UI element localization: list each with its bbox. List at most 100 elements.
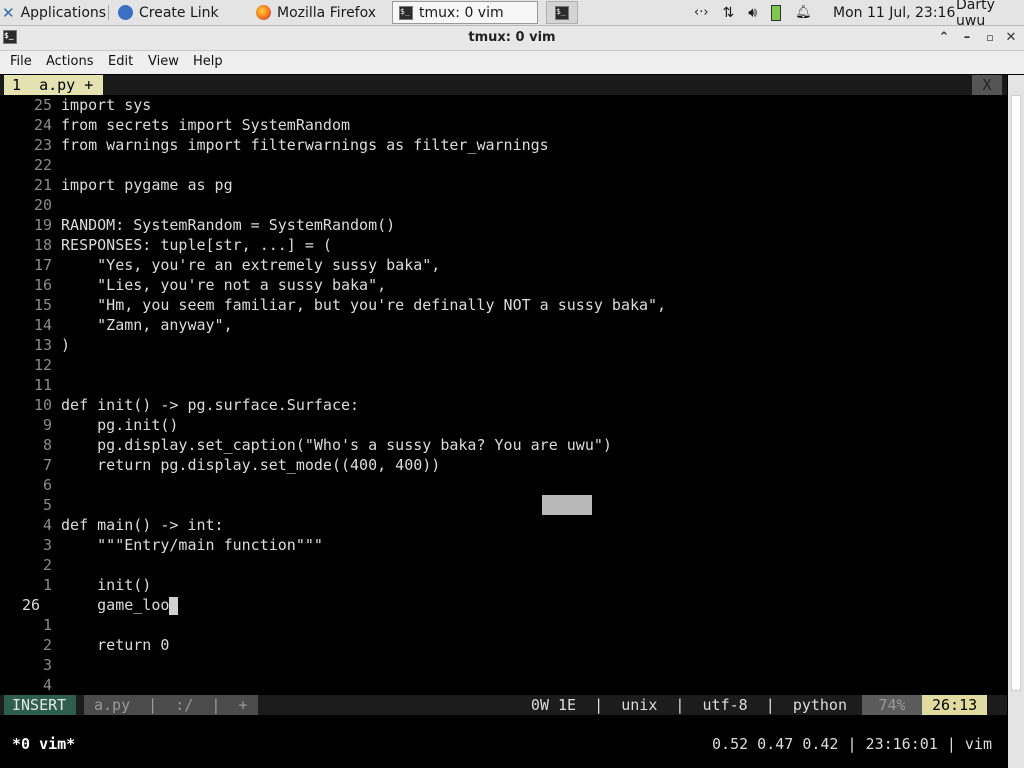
transfer-icon[interactable]: ⇅	[723, 5, 735, 21]
code-line[interactable]: 16 "Lies, you're not a sussy baka",	[0, 275, 386, 295]
code-line[interactable]: 4 def main() -> int:	[0, 515, 224, 535]
vim-statusline: INSERT a.py | :/ | + 0W 1E | unix | utf-…	[0, 695, 1007, 715]
code-line[interactable]: 6	[0, 475, 61, 495]
vim-tabline: 1 a.py + X	[0, 75, 1007, 95]
code-line[interactable]: 10 def init() -> pg.surface.Surface:	[0, 395, 359, 415]
task-label: Create Link	[139, 4, 219, 21]
line-number: 8	[42, 436, 52, 454]
line-text: import sys	[61, 96, 152, 114]
code-line[interactable]: 17 "Yes, you're an extremely sussy baka"…	[0, 255, 440, 275]
line-number: 18	[33, 236, 52, 254]
panel-separator	[108, 5, 109, 20]
minimize-button[interactable]: –	[958, 29, 976, 47]
task-tmux-vim[interactable]: $_ tmux: 0 vim	[392, 1, 538, 24]
line-number: 17	[33, 256, 52, 274]
line-number: 20	[33, 196, 52, 214]
close-button[interactable]: ✕	[1002, 29, 1020, 47]
workspace-button[interactable]: $_	[546, 1, 578, 24]
line-number: 22	[33, 156, 52, 174]
code-line[interactable]: 21 import pygame as pg	[0, 175, 233, 195]
line-number: 1	[42, 616, 52, 634]
menu-edit[interactable]: Edit	[108, 54, 133, 69]
task-mozilla-firefox[interactable]: Mozilla Firefox	[250, 1, 388, 24]
code-line[interactable]: 11	[0, 375, 61, 395]
line-number: 23	[33, 136, 52, 154]
line-text: return pg.display.set_mode((400, 400))	[61, 456, 441, 474]
code-line[interactable]: 5	[0, 495, 61, 515]
terminal-icon: $_	[555, 5, 569, 20]
code-line[interactable]: 2 return 0	[0, 635, 169, 655]
code-line[interactable]: 22	[0, 155, 61, 175]
line-text: from secrets import SystemRandom	[61, 116, 351, 134]
applications-menu-button[interactable]: ✕ Applications	[0, 1, 108, 24]
code-line[interactable]: 4	[0, 675, 61, 695]
user-menu[interactable]: Darty uwu	[956, 0, 1024, 29]
terminal-icon: $_	[399, 5, 413, 20]
scrollbar-thumb[interactable]	[1011, 95, 1021, 691]
line-text: from warnings import filterwarnings as f…	[61, 136, 549, 154]
line-text: """Entry/main function"""	[61, 536, 323, 554]
tmux-status-right: 0.52 0.47 0.42 | 23:16:01 | vim	[712, 735, 992, 753]
vim-tab-a-py[interactable]: 1 a.py +	[4, 75, 104, 95]
code-line[interactable]: 14 "Zamn, anyway",	[0, 315, 233, 335]
terminal-area[interactable]: 1 a.py + X 25 import sys 24 from secrets …	[0, 75, 1024, 768]
vim-tab-close-button[interactable]: X	[972, 75, 1002, 95]
task-label: Mozilla Firefox	[277, 4, 377, 21]
scroll-percent: 74%	[862, 695, 922, 715]
code-line[interactable]: 25 import sys	[0, 95, 151, 115]
menu-actions[interactable]: Actions	[46, 54, 94, 69]
window-titlebar[interactable]: $_ tmux: 0 vim ⌃ – ▫ ✕	[0, 26, 1024, 51]
menu-help[interactable]: Help	[193, 54, 223, 69]
line-text: "Zamn, anyway",	[61, 316, 233, 334]
line-text: pg.init()	[61, 416, 179, 434]
chevron-up-icon[interactable]: ⌃	[935, 29, 953, 47]
code-line[interactable]: 20	[0, 195, 61, 215]
code-line[interactable]: 13 )	[0, 335, 70, 355]
tmux-window-list[interactable]: *0 vim*	[12, 735, 75, 753]
text-cursor	[169, 596, 179, 615]
code-line[interactable]: 2	[0, 555, 61, 575]
menu-view[interactable]: View	[148, 54, 179, 69]
code-line[interactable]: 1	[0, 615, 61, 635]
line-number: 4	[42, 516, 52, 534]
line-number: 9	[42, 416, 52, 434]
line-number: 25	[33, 96, 52, 114]
code-line[interactable]: 1 init()	[0, 575, 151, 595]
code-line[interactable]: 3	[0, 655, 61, 675]
code-line[interactable]: 24 from secrets import SystemRandom	[0, 115, 350, 135]
globe-icon	[118, 5, 133, 20]
xfce-logo-icon: ✕	[2, 3, 15, 22]
clock[interactable]: Mon 11 Jul, 23:16	[833, 0, 955, 25]
code-line[interactable]: 3 """Entry/main function"""	[0, 535, 323, 555]
code-line[interactable]: 15 "Hm, you seem familiar, but you're de…	[0, 295, 666, 315]
code-line[interactable]: 18 RESPONSES: tuple[str, ...] = (	[0, 235, 332, 255]
code-line[interactable]: 23 from warnings import filterwarnings a…	[0, 135, 549, 155]
code-line[interactable]: 9 pg.init()	[0, 415, 178, 435]
window-title: tmux: 0 vim	[468, 30, 556, 45]
code-line[interactable]: 7 return pg.display.set_mode((400, 400))	[0, 455, 440, 475]
menu-bar: File Actions Edit View Help	[0, 51, 1024, 74]
line-number: 6	[42, 476, 52, 494]
tmux-statusbar: *0 vim* 0.52 0.47 0.42 | 23:16:01 | vim	[0, 735, 1007, 755]
line-number: 2	[42, 556, 52, 574]
network-icon[interactable]: ‹·›	[694, 5, 709, 20]
battery-icon[interactable]	[771, 4, 782, 21]
code-line[interactable]: 8 pg.display.set_caption("Who's a sussy …	[0, 435, 612, 455]
applications-label: Applications	[20, 4, 107, 21]
line-text: return 0	[61, 636, 170, 654]
file-segment: a.py | :/ | +	[84, 695, 258, 715]
top-panel: ✕ Applications Create Link Mozilla Firef…	[0, 0, 1024, 29]
line-number: 5	[42, 496, 52, 514]
code-line[interactable]: 19 RANDOM: SystemRandom = SystemRandom()	[0, 215, 395, 235]
menu-file[interactable]: File	[10, 54, 32, 69]
volume-icon[interactable]: 🔊︎	[748, 5, 757, 21]
maximize-button[interactable]: ▫	[981, 29, 999, 47]
line-text: RESPONSES: tuple[str, ...] = (	[61, 236, 332, 254]
code-line[interactable]: 12	[0, 355, 61, 375]
task-create-link[interactable]: Create Link	[112, 1, 246, 24]
line-number: 3	[42, 656, 52, 674]
line-number: 24	[33, 116, 52, 134]
line-number: 15	[33, 296, 52, 314]
notification-bell-icon[interactable]: 🔔︎	[795, 5, 812, 20]
code-line-current[interactable]: 26 game_loo	[0, 595, 179, 615]
